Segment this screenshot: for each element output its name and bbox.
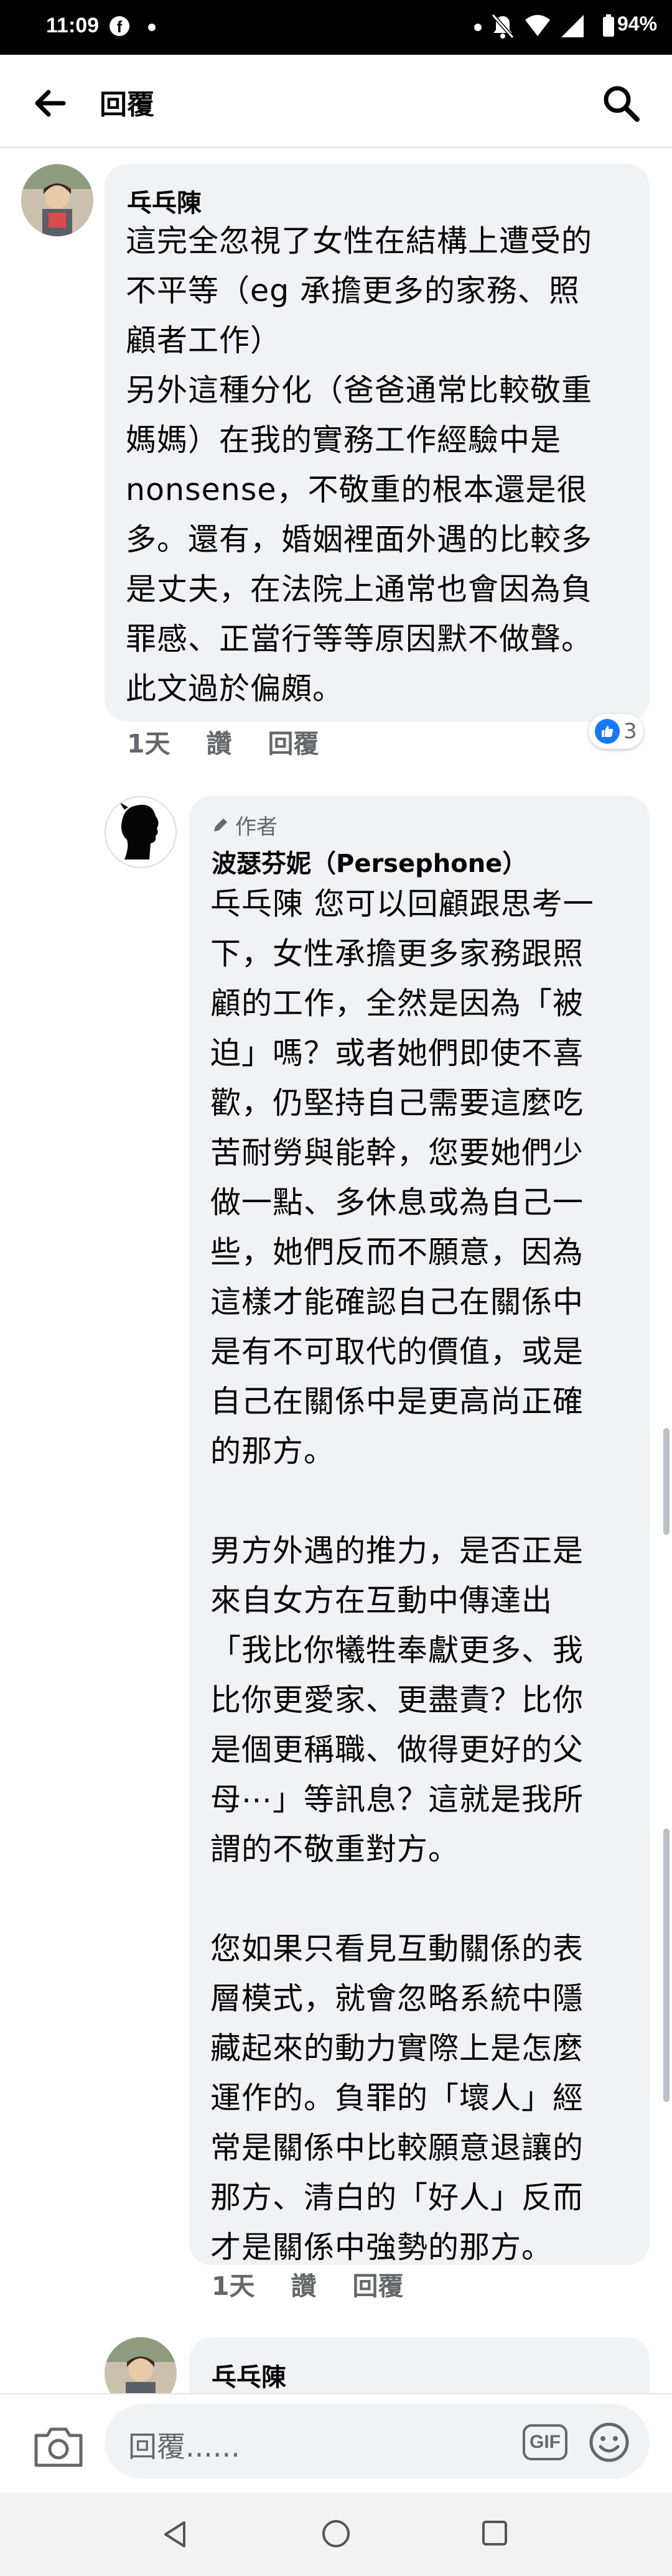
comment-author[interactable]: 波瑟芬妮（Persephone）	[212, 843, 527, 879]
wifi-icon	[525, 15, 550, 36]
comment-text: 乓乓陳 您可以回顧跟思考一 下，女性承擔更多家務跟照 顧的工作，全然是因為「被 …	[210, 886, 594, 2265]
back-arrow-icon[interactable]	[30, 83, 70, 123]
gif-button[interactable]: GIF	[523, 2424, 567, 2460]
status-time: 11:09	[46, 14, 100, 37]
avatar[interactable]	[21, 164, 93, 236]
page-title: 回覆	[100, 89, 154, 121]
avatar-photo	[21, 164, 93, 236]
reaction-count-badge[interactable]: 3	[589, 714, 643, 749]
mute-icon	[491, 14, 515, 39]
scrollbar[interactable]	[663, 1828, 670, 2102]
status-bar: 11:09 f 94%	[0, 0, 672, 55]
reaction-count: 3	[623, 719, 637, 744]
status-icons	[490, 12, 585, 40]
like-button[interactable]: 讚	[207, 729, 232, 759]
author-badge: 作者	[212, 810, 278, 840]
notification-dot-icon	[148, 24, 156, 31]
comment-author[interactable]: 乓乓陳	[127, 183, 202, 219]
facebook-notification-icon: f	[110, 16, 129, 36]
search-icon[interactable]	[601, 83, 641, 123]
avatar-silhouette	[106, 797, 175, 867]
notification-dot-icon	[474, 24, 482, 31]
comment-actions: 1天 讚 回覆	[127, 723, 355, 760]
pencil-icon	[214, 818, 227, 832]
reply-input-placeholder[interactable]: 回覆......	[128, 2424, 240, 2465]
camera-icon[interactable]	[32, 2425, 85, 2469]
battery-percentage: 94%	[602, 12, 657, 37]
nav-home-icon[interactable]	[320, 2518, 352, 2550]
scrollbar[interactable]	[663, 1428, 670, 1535]
battery-value: 94%	[617, 12, 658, 35]
comment-time: 1天	[127, 729, 170, 759]
thumbs-up-icon	[595, 719, 620, 744]
author-avatar[interactable]	[105, 796, 177, 868]
reply-button[interactable]: 回覆	[268, 729, 319, 759]
author-badge-label: 作者	[235, 815, 278, 840]
comment-actions: 1天 讚 回覆	[212, 2265, 440, 2302]
nav-back-icon[interactable]	[159, 2519, 190, 2550]
emoji-icon[interactable]	[589, 2422, 630, 2463]
comment-text: 這完全忽視了女性在結構上遭受的 不平等（eg 承擔更多的家務、照 顧者工作） 另…	[126, 223, 593, 707]
like-button[interactable]: 讚	[291, 2271, 317, 2301]
nav-recent-apps-icon[interactable]	[480, 2519, 509, 2547]
signal-icon	[561, 15, 584, 37]
reply-button[interactable]: 回覆	[353, 2271, 404, 2301]
battery-icon	[603, 14, 614, 37]
comment-time: 1天	[212, 2271, 255, 2301]
comment-author[interactable]: 乓乓陳	[212, 2357, 286, 2393]
